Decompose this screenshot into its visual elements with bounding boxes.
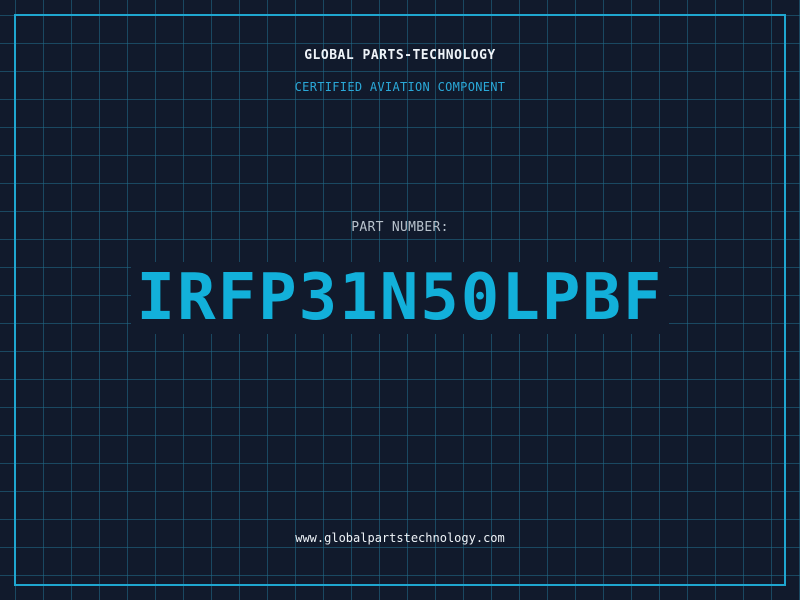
company-name: GLOBAL PARTS-TECHNOLOGY <box>304 48 496 63</box>
part-number-container: IRFP31N50LPBF <box>0 262 800 334</box>
part-number: IRFP31N50LPBF <box>130 262 670 334</box>
certification-tagline: CERTIFIED AVIATION COMPONENT <box>294 80 506 94</box>
website-url: www.globalpartstechnology.com <box>295 531 505 545</box>
part-number-label: PART NUMBER: <box>351 220 449 235</box>
part-card: GLOBAL PARTS-TECHNOLOGY CERTIFIED AVIATI… <box>0 0 800 600</box>
